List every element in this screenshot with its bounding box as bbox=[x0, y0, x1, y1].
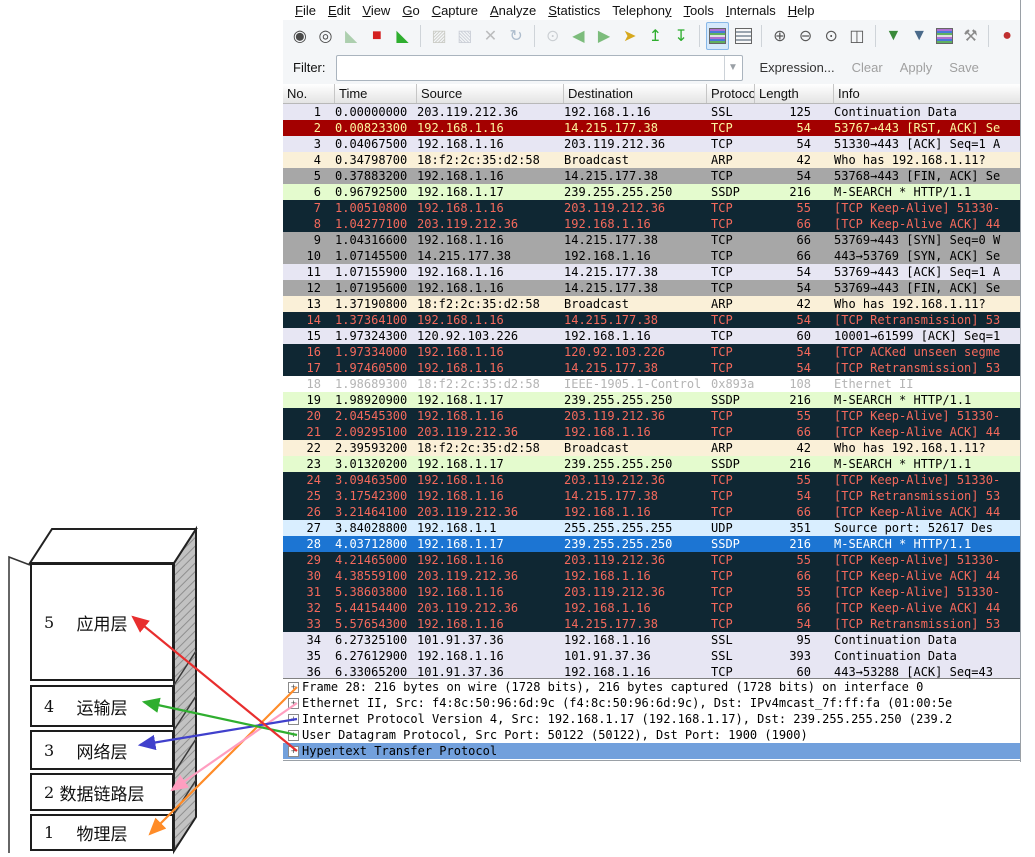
box-top-face bbox=[28, 528, 198, 564]
box-right-face bbox=[173, 525, 197, 855]
box-left-edge bbox=[8, 555, 31, 853]
protocol-stack-3d-faces bbox=[8, 525, 198, 855]
